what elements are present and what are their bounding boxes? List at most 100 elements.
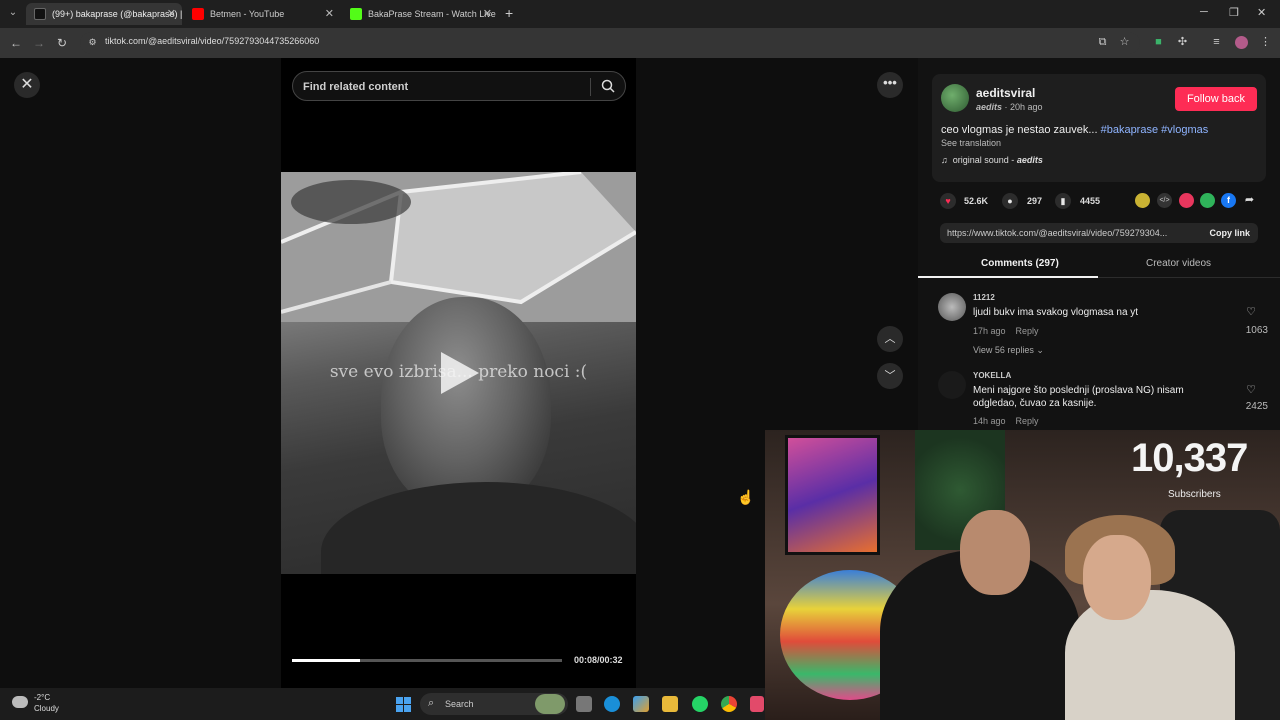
- tab-title: BakaPrase Stream - Watch Live: [368, 9, 496, 19]
- video-player[interactable]: sve evo izbrisa... preko noci :(: [281, 172, 636, 574]
- author-nickname: aedits: [976, 102, 1003, 112]
- commenter-avatar[interactable]: [938, 371, 966, 399]
- video-time: 00:08/00:32: [574, 655, 623, 665]
- post-age: 20h ago: [1010, 102, 1043, 112]
- new-tab-button[interactable]: +: [505, 5, 513, 21]
- like-heart-icon[interactable]: ♥: [940, 193, 956, 209]
- play-icon[interactable]: [441, 352, 479, 394]
- tab-title: (99+) bakaprase (@bakaprase) |: [52, 9, 182, 19]
- install-app-icon[interactable]: ⧉: [1096, 36, 1109, 49]
- cloud-icon[interactable]: [12, 696, 28, 708]
- extension-icon[interactable]: ■: [1152, 36, 1165, 49]
- hand-cursor-icon: ☝: [737, 489, 755, 505]
- task-view-icon[interactable]: [576, 696, 592, 712]
- sound-author: aedits: [1016, 155, 1043, 165]
- hashtag-link[interactable]: #vlogmas: [1161, 124, 1208, 136]
- url-text[interactable]: tiktok.com/@aeditsviral/video/7592793044…: [105, 36, 319, 46]
- reload-icon[interactable]: ↻: [57, 36, 67, 50]
- facebook-icon[interactable]: f: [1221, 193, 1236, 208]
- copilot-icon[interactable]: [633, 696, 649, 712]
- search-icon: ⌕: [428, 697, 435, 709]
- share-arrow-icon[interactable]: ➦: [1242, 193, 1257, 208]
- panel-tabs: Comments (297) Creator videos: [918, 256, 1280, 278]
- search-divider: [590, 78, 591, 96]
- site-info-icon[interactable]: ⚙: [86, 36, 99, 49]
- author-username[interactable]: aeditsviral: [976, 86, 1035, 100]
- tab-tiktok[interactable]: (99+) bakaprase (@bakaprase) | ✕: [26, 3, 182, 25]
- comment-item: YOKELLA Meni najgore što poslednji (pros…: [938, 371, 1268, 431]
- profile-avatar-icon[interactable]: [1235, 36, 1248, 49]
- search-icon[interactable]: [601, 79, 615, 93]
- comment-age: 17h ago: [973, 326, 1006, 336]
- see-translation-link[interactable]: See translation: [941, 138, 1001, 148]
- tab-creator-videos[interactable]: Creator videos: [1146, 258, 1211, 269]
- send-to-friends-icon[interactable]: [1179, 193, 1194, 208]
- close-tab-icon[interactable]: ✕: [167, 7, 176, 20]
- view-replies-text: View 56 replies: [973, 345, 1034, 355]
- previous-video-button[interactable]: ︿: [877, 326, 903, 352]
- comment-likes: 1063: [1245, 325, 1268, 336]
- post-panel: aeditsviral aedits · 20h ago Follow back…: [918, 58, 1280, 430]
- chrome-icon[interactable]: [721, 696, 737, 712]
- close-tab-icon[interactable]: ✕: [483, 7, 492, 20]
- browser-tabbar: ⌄ (99+) bakaprase (@bakaprase) | ✕ Betme…: [0, 0, 1280, 28]
- author-avatar[interactable]: [941, 84, 969, 112]
- view-replies-link[interactable]: View 56 replies ⌄: [973, 345, 1044, 356]
- minimize-icon[interactable]: ─: [1200, 6, 1208, 18]
- extensions-puzzle-icon[interactable]: ✣: [1176, 36, 1189, 49]
- weather-condition[interactable]: Cloudy: [34, 704, 59, 713]
- app-icon[interactable]: [750, 696, 764, 712]
- video-progress-bar[interactable]: [292, 659, 562, 662]
- close-tab-icon[interactable]: ✕: [325, 7, 334, 20]
- whatsapp-app-icon[interactable]: [692, 696, 708, 712]
- search-placeholder: Find related content: [303, 81, 409, 93]
- video-column: Find related content sve evo izbrisa... …: [281, 58, 636, 688]
- reply-link[interactable]: Reply: [1016, 416, 1039, 426]
- more-options-button[interactable]: •••: [877, 72, 903, 98]
- reply-link[interactable]: Reply: [1016, 326, 1039, 336]
- close-window-icon[interactable]: ✕: [1257, 6, 1266, 19]
- bookmark-star-icon[interactable]: ☆: [1118, 36, 1131, 49]
- weather-temperature[interactable]: -2°C: [34, 693, 50, 702]
- commenter-avatar[interactable]: [938, 293, 966, 321]
- sound-link[interactable]: ♫ original sound - aedits: [941, 155, 1043, 165]
- comment-like-icon[interactable]: ♡: [1246, 305, 1256, 318]
- streamer-woman: [1065, 590, 1235, 720]
- media-control-icon[interactable]: ≡: [1210, 36, 1223, 49]
- fireplace-tv: [785, 435, 880, 555]
- menu-kebab-icon[interactable]: ⋮: [1259, 36, 1272, 49]
- sound-prefix: original sound -: [952, 155, 1015, 165]
- tab-comments[interactable]: Comments (297): [981, 258, 1059, 269]
- whatsapp-icon[interactable]: [1200, 193, 1215, 208]
- streamer-man-head: [960, 510, 1030, 595]
- tab-youtube[interactable]: Betmen - YouTube ✕: [184, 3, 340, 25]
- saves-count: 4455: [1080, 196, 1101, 206]
- youtube-icon: [192, 8, 204, 20]
- maximize-icon[interactable]: ❐: [1229, 6, 1239, 19]
- post-link-url[interactable]: https://www.tiktok.com/@aeditsviral/vide…: [947, 228, 1167, 238]
- edge-icon[interactable]: [604, 696, 620, 712]
- hashtag-link[interactable]: #bakaprase: [1101, 124, 1159, 136]
- windows-taskbar: -2°C Cloudy ⌕ Search: [0, 688, 765, 720]
- back-icon[interactable]: ←: [10, 36, 22, 50]
- browser-toolbar: ← → ↻ ⚙ tiktok.com/@aeditsviral/video/75…: [0, 28, 1280, 58]
- commenter-username[interactable]: YOKELLA: [973, 371, 1011, 380]
- file-explorer-icon[interactable]: [662, 696, 678, 712]
- copy-link-button[interactable]: Copy link: [1209, 228, 1250, 238]
- next-video-button[interactable]: ﹀: [877, 363, 903, 389]
- comment-item: 11212 ljudi bukv ima svakog vlogmasa na …: [938, 293, 1268, 358]
- repost-icon[interactable]: [1135, 193, 1150, 208]
- comment-icon[interactable]: ●: [1002, 193, 1018, 209]
- follow-back-button[interactable]: Follow back: [1175, 87, 1257, 111]
- comment-meta: 17h ago Reply: [973, 326, 1039, 336]
- forward-icon[interactable]: →: [33, 36, 45, 50]
- embed-code-icon[interactable]: </>: [1157, 193, 1172, 208]
- bookmark-icon[interactable]: ▮: [1055, 193, 1071, 209]
- commenter-username[interactable]: 11212: [973, 293, 995, 302]
- windows-start-icon[interactable]: [396, 697, 411, 712]
- tab-search-icon[interactable]: ⌄: [6, 6, 20, 20]
- related-search-input[interactable]: Find related content: [292, 71, 626, 101]
- close-viewer-button[interactable]: ✕: [14, 72, 40, 98]
- comment-like-icon[interactable]: ♡: [1246, 383, 1256, 396]
- tab-kick[interactable]: BakaPrase Stream - Watch Live ✕: [342, 3, 498, 25]
